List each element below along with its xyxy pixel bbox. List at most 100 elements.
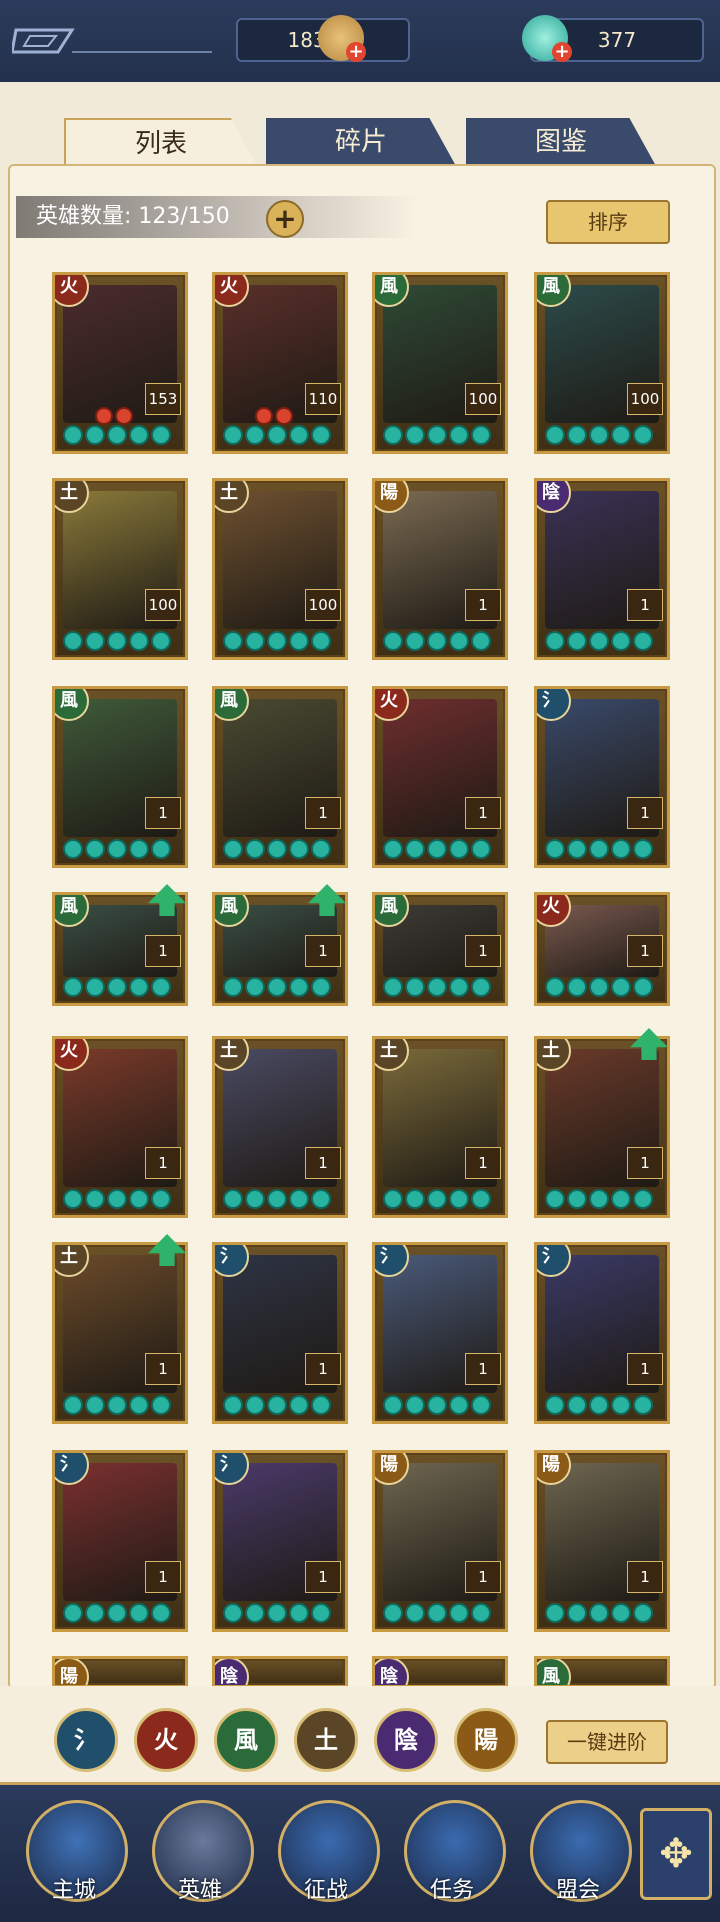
- hero-card[interactable]: 氵1: [534, 1242, 670, 1424]
- hero-level: 1: [627, 1353, 663, 1385]
- hero-card[interactable]: 火1: [52, 1036, 188, 1218]
- star-rating: [545, 1395, 653, 1415]
- jade-star-icon: [405, 1395, 425, 1415]
- filter-yin-button[interactable]: 陰: [374, 1708, 438, 1772]
- hero-level: 100: [627, 383, 663, 415]
- hero-card[interactable]: 土 100: [212, 478, 348, 660]
- hero-card[interactable]: 氵1: [212, 1242, 348, 1424]
- jade-star-icon: [405, 839, 425, 859]
- red-gem-icon: [95, 407, 113, 425]
- hero-card[interactable]: 氵1: [212, 1450, 348, 1632]
- jade-star-icon: [85, 1603, 105, 1623]
- hero-card[interactable]: 火1: [372, 686, 508, 868]
- tab-list[interactable]: 列表: [64, 118, 258, 168]
- jade-star-icon: [471, 631, 491, 651]
- jade-star-icon: [449, 839, 469, 859]
- jade-star-icon: [151, 631, 171, 651]
- add-gold-button[interactable]: +: [346, 42, 366, 62]
- hero-card[interactable]: 氵1: [534, 686, 670, 868]
- hero-card[interactable]: 陽1: [534, 1450, 670, 1632]
- hero-level: 1: [465, 1353, 501, 1385]
- hero-card[interactable]: 氵1: [372, 1242, 508, 1424]
- expand-capacity-button[interactable]: +: [266, 200, 304, 238]
- hero-card[interactable]: 土1: [212, 1036, 348, 1218]
- hero-level: 1: [627, 797, 663, 829]
- hero-card[interactable]: 土 100: [52, 478, 188, 660]
- top-bar: 1837万 + 377 +: [0, 0, 720, 85]
- jade-star-icon: [129, 839, 149, 859]
- hero-card[interactable]: 土1: [534, 1036, 670, 1218]
- jade-star-icon: [223, 631, 243, 651]
- jade-star-icon: [129, 1603, 149, 1623]
- jade-star-icon: [545, 839, 565, 859]
- hero-card[interactable]: 火 110: [212, 272, 348, 454]
- hero-card[interactable]: 火 153: [52, 272, 188, 454]
- hero-card[interactable]: 氵1: [52, 1450, 188, 1632]
- hero-card[interactable]: 陰1: [534, 478, 670, 660]
- tab-fragments[interactable]: 碎片: [266, 118, 456, 166]
- jade-star-icon: [567, 1603, 587, 1623]
- jade-star-icon: [151, 977, 171, 997]
- hero-card[interactable]: 陽: [52, 1656, 188, 1688]
- jade-star-icon: [383, 1189, 403, 1209]
- jade-star-icon: [405, 425, 425, 445]
- jade-star-icon: [611, 977, 631, 997]
- jade-star-icon: [589, 839, 609, 859]
- jade-star-icon: [383, 1603, 403, 1623]
- jade-star-icon: [611, 631, 631, 651]
- hero-card[interactable]: 土1: [52, 1242, 188, 1424]
- back-icon[interactable]: [12, 22, 212, 60]
- jade-star-icon: [245, 977, 265, 997]
- one-click-advance-button[interactable]: 一键进阶: [546, 1720, 668, 1764]
- hero-card[interactable]: 風 100: [372, 272, 508, 454]
- filter-earth-button[interactable]: 土: [294, 1708, 358, 1772]
- jade-star-icon: [63, 1395, 83, 1415]
- hero-card[interactable]: 陽1: [372, 478, 508, 660]
- more-menu-button[interactable]: ✥: [640, 1808, 712, 1900]
- hero-card[interactable]: 陰: [212, 1656, 348, 1688]
- jade-star-icon: [611, 1603, 631, 1623]
- jade-star-icon: [267, 631, 287, 651]
- jade-star-icon: [107, 631, 127, 651]
- hero-level: 1: [465, 589, 501, 621]
- filter-fire-button[interactable]: 火: [134, 1708, 198, 1772]
- jade-star-icon: [545, 1395, 565, 1415]
- filter-wind-button[interactable]: 風: [214, 1708, 278, 1772]
- hero-card[interactable]: 陰: [372, 1656, 508, 1688]
- hero-card[interactable]: 風: [534, 1656, 670, 1688]
- jade-star-icon: [311, 977, 331, 997]
- nav-label: 英雄: [177, 1878, 222, 1903]
- jade-star-icon: [545, 425, 565, 445]
- jade-star-icon: [63, 1189, 83, 1209]
- tab-codex[interactable]: 图鉴: [466, 118, 656, 166]
- hero-level: 153: [145, 383, 181, 415]
- jade-star-icon: [151, 1395, 171, 1415]
- star-rating: [383, 1395, 491, 1415]
- hero-card[interactable]: 風 100: [534, 272, 670, 454]
- nav-label: 主城: [51, 1878, 96, 1903]
- hero-card[interactable]: 風1: [212, 686, 348, 868]
- sort-button[interactable]: 排序: [546, 200, 670, 244]
- hero-card[interactable]: 風1: [52, 686, 188, 868]
- hero-card[interactable]: 陽1: [372, 1450, 508, 1632]
- jade-star-icon: [567, 631, 587, 651]
- jade-star-icon: [471, 977, 491, 997]
- jade-star-icon: [567, 1189, 587, 1209]
- hero-level: 110: [305, 383, 341, 415]
- hero-card[interactable]: 風1: [372, 892, 508, 1006]
- hero-card[interactable]: 土1: [372, 1036, 508, 1218]
- hero-level: 1: [305, 1147, 341, 1179]
- jade-star-icon: [383, 977, 403, 997]
- jade-star-icon: [107, 977, 127, 997]
- star-rating: [223, 1395, 331, 1415]
- jade-star-icon: [427, 631, 447, 651]
- filter-yang-button[interactable]: 陽: [454, 1708, 518, 1772]
- filter-water-button[interactable]: 氵: [54, 1708, 118, 1772]
- nav-label: 盟会: [555, 1878, 600, 1903]
- star-rating: [223, 425, 331, 445]
- jade-star-icon: [129, 1395, 149, 1415]
- jade-star-icon: [589, 425, 609, 445]
- hero-card[interactable]: 火1: [534, 892, 670, 1006]
- add-gem-button[interactable]: +: [552, 42, 572, 62]
- jade-star-icon: [63, 977, 83, 997]
